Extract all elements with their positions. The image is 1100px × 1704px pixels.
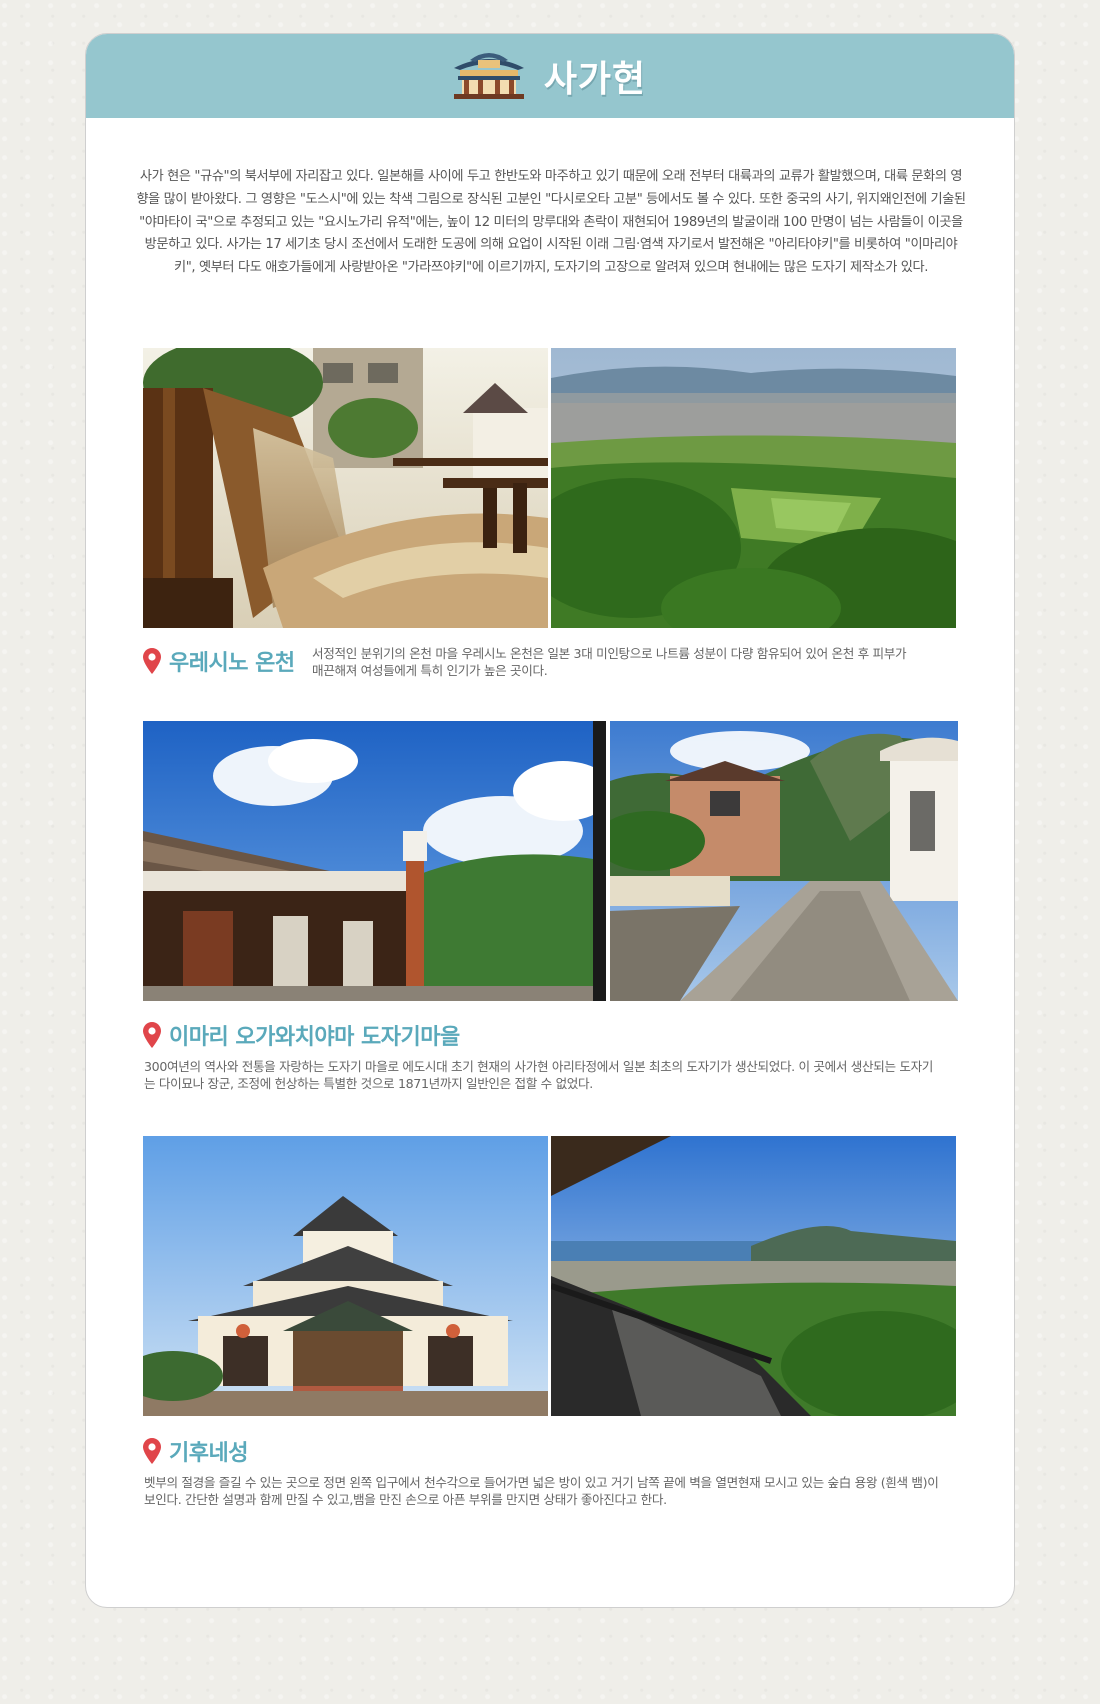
place-description: 300여년의 역사와 전통을 자랑하는 도자기 마을로 에도시대 초기 현재의 … — [144, 1059, 934, 1091]
waterwheel-hot-spring-photo — [143, 348, 548, 628]
place-title-kifune-castle: 기후네성 — [143, 1435, 248, 1467]
green-valley-town-photo — [551, 348, 956, 628]
castle-sea-view-photo — [551, 1136, 956, 1416]
place-title-imari-okawachiyama: 이마리 오가와치야마 도자기마을 — [143, 1019, 460, 1051]
location-pin-icon — [143, 1438, 161, 1464]
location-pin-icon — [143, 648, 161, 674]
castle-front-photo — [143, 1136, 548, 1416]
place-name: 우레시노 온천 — [169, 651, 295, 676]
header-banner: 사가현 — [86, 34, 1014, 118]
place-description: 서정적인 분위기의 온천 마을 우레시노 온천은 일본 3대 미인탕으로 나트륨… — [312, 646, 907, 678]
location-pin-icon — [143, 1022, 161, 1048]
intro-paragraph: 사가 현은 "규슈"의 북서부에 자리잡고 있다. 일본해를 사이에 두고 한반… — [136, 169, 966, 276]
place-name: 기후네성 — [169, 1441, 248, 1466]
place-title-ureshino: 우레시노 온천 — [143, 645, 295, 677]
content-card: 사가현 사가 현은 "규슈"의 북서부에 자리잡고 있다. 일본해를 사이에 두… — [85, 33, 1015, 1608]
stone-street-village-photo — [610, 721, 958, 1001]
place-name: 이마리 오가와치야마 도자기마을 — [169, 1025, 460, 1050]
page-title: 사가현 — [543, 59, 647, 100]
place-description: 벳부의 절경을 즐길 수 있는 곳으로 정면 왼쪽 입구에서 천수각으로 들어가… — [144, 1475, 939, 1507]
japanese-pavilion-icon — [448, 48, 530, 104]
pottery-house-chimney-photo — [143, 721, 606, 1001]
